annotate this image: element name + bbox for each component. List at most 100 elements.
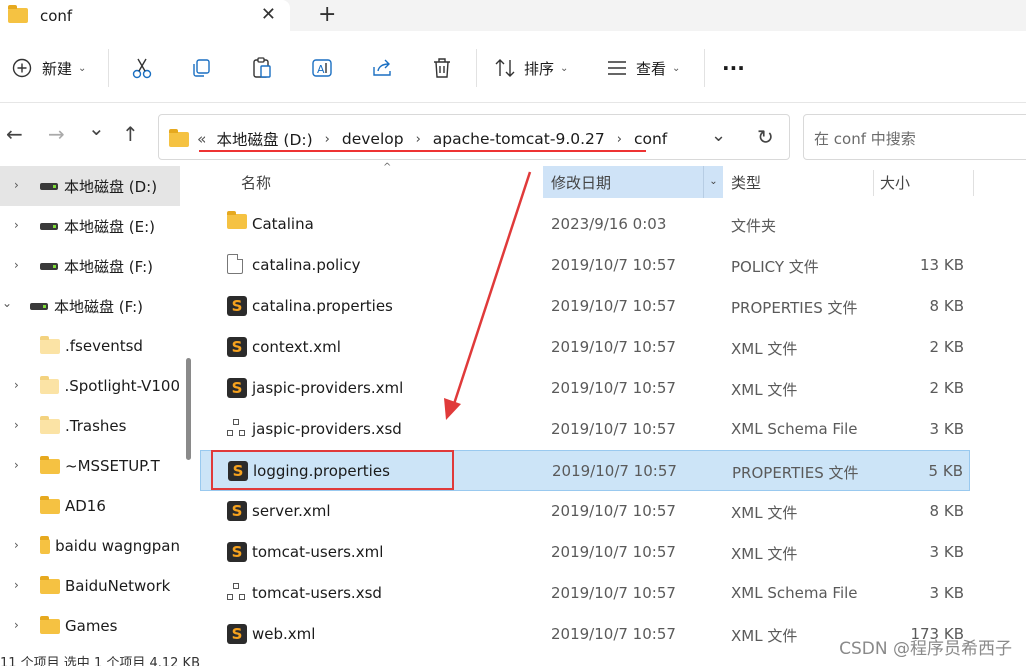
breadcrumb-separator[interactable]: › (325, 132, 330, 147)
file-name: tomcat-users.xml (252, 543, 384, 561)
sublime-icon: S (227, 542, 247, 562)
paste-button[interactable] (251, 53, 273, 83)
file-name: catalina.policy (252, 256, 361, 274)
sidebar-item-label: .Trashes (65, 417, 127, 435)
copy-button[interactable] (191, 53, 213, 83)
expand-icon[interactable]: › (14, 618, 19, 632)
expand-icon[interactable]: › (14, 178, 19, 192)
sidebar-item-ad16[interactable]: AD16 (0, 486, 180, 526)
address-row: ← → ⌄ ↑ « 本地磁盘 (D:) › develop › apache-t… (0, 104, 1026, 162)
file-name: web.xml (252, 625, 316, 643)
column-divider[interactable] (873, 170, 874, 196)
file-size: 5 KB (928, 462, 963, 480)
sidebar-item-drive-f-expanded[interactable]: ⌄ 本地磁盘 (F:) (0, 286, 180, 326)
sublime-icon: S (227, 337, 247, 357)
file-name: catalina.properties (252, 297, 393, 315)
folder-icon (40, 415, 60, 434)
sort-button[interactable]: 排序 ⌄ (494, 53, 568, 83)
delete-button[interactable] (431, 53, 453, 83)
file-type: XML 文件 (731, 504, 798, 522)
file-type: XML Schema File (731, 584, 858, 602)
file-row[interactable]: S server.xml 2019/10/7 10:57 XML 文件 8 KB (200, 491, 970, 532)
share-icon (373, 59, 391, 76)
sidebar-item-baidu-wagngpan[interactable]: › baidu wagngpan (0, 526, 180, 566)
new-tab-button[interactable]: + (318, 2, 336, 27)
breadcrumb-overflow[interactable]: « (197, 130, 206, 148)
sidebar-item-label: .fseventsd (65, 337, 143, 355)
sidebar-item-label: BaiduNetwork (65, 577, 171, 595)
file-row[interactable]: Catalina 2023/9/16 0:03 文件夹 (200, 204, 970, 245)
expand-icon[interactable]: › (14, 538, 19, 552)
column-header-name[interactable]: 名称 (241, 172, 271, 193)
collapse-icon[interactable]: ⌄ (2, 296, 12, 310)
file-row[interactable]: S catalina.properties 2019/10/7 10:57 PR… (200, 286, 970, 327)
file-date: 2019/10/7 10:57 (551, 338, 676, 356)
up-button[interactable]: ↑ (122, 122, 139, 146)
refresh-button[interactable]: ↻ (757, 125, 774, 149)
breadcrumb-conf[interactable]: conf (634, 130, 667, 148)
file-type: XML 文件 (731, 340, 798, 358)
file-row[interactable]: S jaspic-providers.xml 2019/10/7 10:57 X… (200, 368, 970, 409)
column-header-type[interactable]: 类型 (731, 172, 761, 193)
file-name: Catalina (252, 215, 314, 233)
sidebar-item-label: 本地磁盘 (D:) (64, 177, 158, 196)
file-row[interactable]: S context.xml 2019/10/7 10:57 XML 文件 2 K… (200, 327, 970, 368)
sidebar-item-games[interactable]: › Games (0, 606, 180, 646)
file-row[interactable]: jaspic-providers.xsd 2019/10/7 10:57 XML… (200, 409, 970, 450)
back-button[interactable]: ← (6, 122, 23, 146)
expand-icon[interactable]: › (14, 258, 19, 272)
address-dropdown-button[interactable]: ⌄ (711, 125, 726, 146)
breadcrumb-drive-d[interactable]: 本地磁盘 (D:) (216, 128, 312, 150)
more-options-button[interactable]: ··· (722, 53, 745, 83)
chevron-down-icon: ⌄ (672, 62, 681, 74)
view-button[interactable]: 查看 ⌄ (606, 53, 680, 83)
forward-button[interactable]: → (48, 122, 65, 146)
expand-icon[interactable]: › (14, 218, 19, 232)
close-tab-icon[interactable]: ✕ (261, 4, 276, 25)
share-button[interactable] (371, 53, 393, 83)
column-header-size[interactable]: 大小 (880, 172, 910, 193)
file-date: 2019/10/7 10:57 (551, 543, 676, 561)
expand-icon[interactable]: › (14, 418, 19, 432)
recent-locations-button[interactable]: ⌄ (88, 116, 105, 140)
column-header-date[interactable]: 修改日期 (551, 172, 611, 193)
new-button[interactable]: 新建 ⌄ (12, 53, 86, 83)
plus-circle-icon (12, 58, 32, 78)
tab-conf[interactable]: conf ✕ (0, 0, 290, 31)
file-size: 2 KB (929, 379, 964, 397)
expand-icon[interactable]: › (14, 378, 19, 392)
file-row[interactable]: tomcat-users.xsd 2019/10/7 10:57 XML Sch… (200, 573, 970, 614)
breadcrumb-apache-tomcat[interactable]: apache-tomcat-9.0.27 (433, 130, 605, 148)
view-icon (608, 61, 626, 75)
sidebar-item-spotlight[interactable]: › .Spotlight-V100 (0, 366, 180, 406)
file-list: ^ 名称 修改日期 ⌄ 类型 大小 Catalina 2023/9/16 0:0… (200, 162, 1026, 666)
sidebar-item-fseventsd[interactable]: .fseventsd (0, 326, 180, 366)
rename-button[interactable]: A (311, 53, 333, 83)
chevron-down-icon[interactable]: ⌄ (703, 166, 723, 198)
column-divider[interactable] (973, 170, 974, 196)
expand-icon[interactable]: › (14, 458, 19, 472)
breadcrumb-separator[interactable]: › (416, 132, 421, 147)
file-type: POLICY 文件 (731, 258, 819, 276)
search-input[interactable]: 在 conf 中搜索 (803, 114, 1026, 160)
command-bar: 新建 ⌄ A 排序 ⌄ 查看 ⌄ ··· (0, 31, 1026, 103)
expand-icon[interactable]: › (14, 578, 19, 592)
breadcrumb-develop[interactable]: develop (342, 130, 404, 148)
file-size: 3 KB (929, 584, 964, 602)
sidebar-item-drive-d[interactable]: › 本地磁盘 (D:) (0, 166, 180, 206)
sidebar-item-drive-e[interactable]: › 本地磁盘 (E:) (0, 206, 180, 246)
cut-button[interactable] (131, 53, 153, 83)
sidebar-item-baidunetwork[interactable]: › BaiduNetwork (0, 566, 180, 606)
sidebar-item-mssetup[interactable]: › ~MSSETUP.T (0, 446, 180, 486)
sidebar-item-trashes[interactable]: › .Trashes (0, 406, 180, 446)
sidebar-item-label: Games (65, 617, 118, 635)
file-row[interactable]: S tomcat-users.xml 2019/10/7 10:57 XML 文… (200, 532, 970, 573)
folder-icon (40, 335, 60, 354)
address-bar[interactable]: « 本地磁盘 (D:) › develop › apache-tomcat-9.… (158, 114, 790, 160)
file-row[interactable]: catalina.policy 2019/10/7 10:57 POLICY 文… (200, 245, 970, 286)
breadcrumb-separator[interactable]: › (617, 132, 622, 147)
file-size: 2 KB (929, 338, 964, 356)
sidebar-scrollbar[interactable] (186, 358, 191, 460)
drive-icon (30, 302, 48, 310)
sidebar-item-drive-f[interactable]: › 本地磁盘 (F:) (0, 246, 180, 286)
